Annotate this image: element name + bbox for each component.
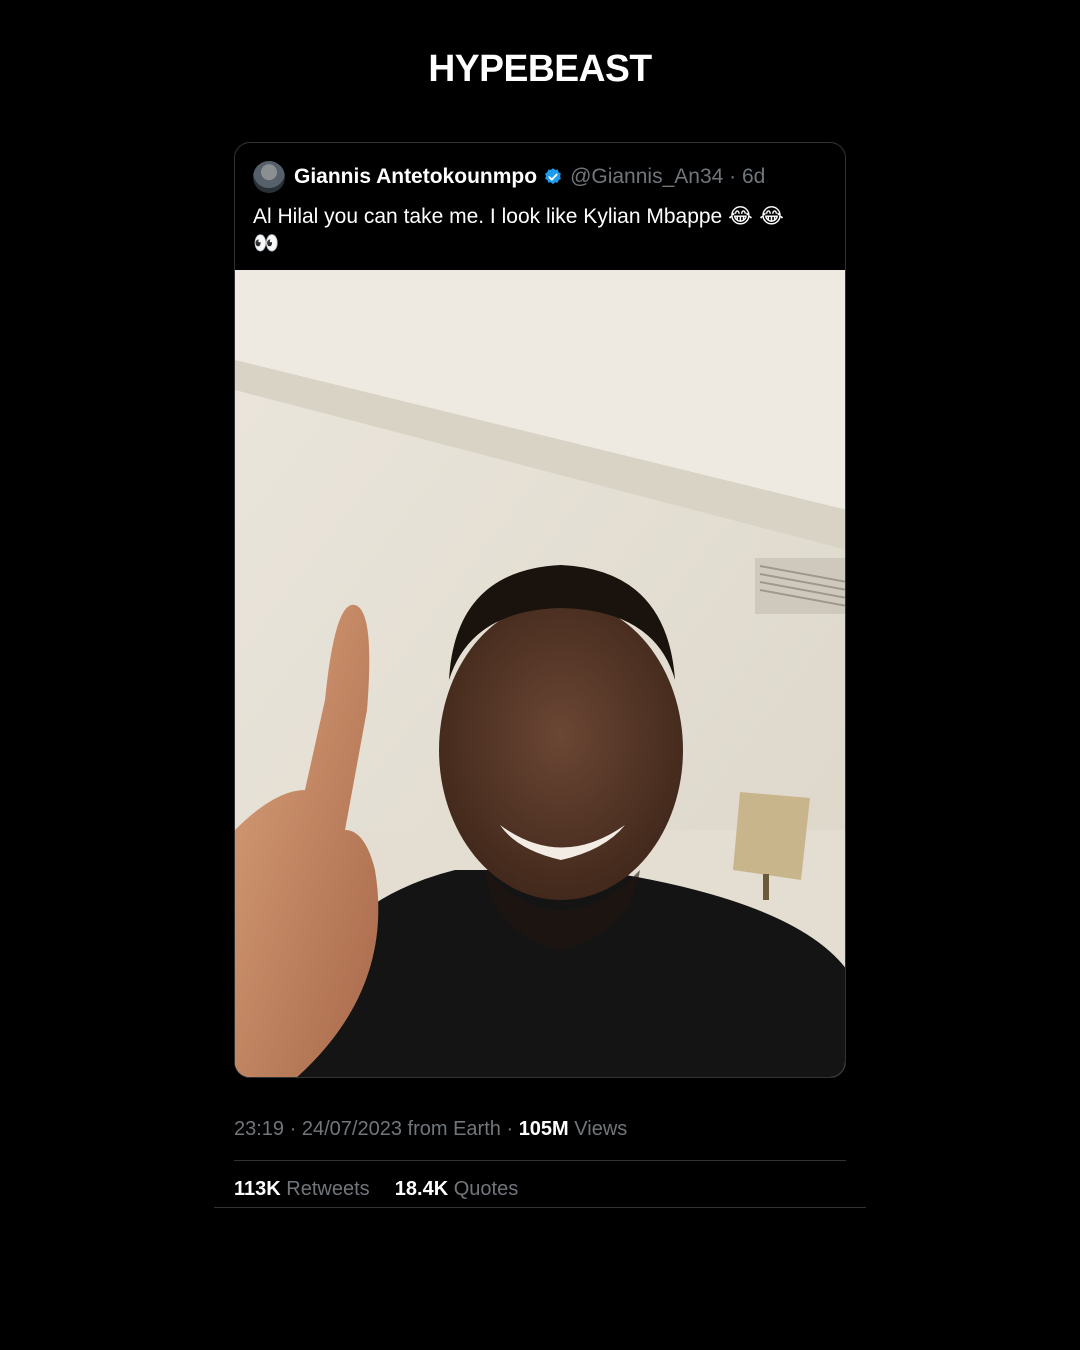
retweets-count: 113K xyxy=(234,1178,281,1200)
verified-badge-icon xyxy=(545,168,561,185)
separator: · xyxy=(506,1118,514,1140)
tweet-header: Giannis Antetokounmpo @Giannis_An34 · 6d xyxy=(253,161,827,193)
quotes-stat[interactable]: 18.4K Quotes xyxy=(395,1178,518,1200)
quotes-count: 18.4K xyxy=(394,1178,449,1200)
divider xyxy=(214,1207,866,1208)
brand-logo: HYPEBEAST xyxy=(428,48,652,90)
tweet-date[interactable]: 24/07/2023 xyxy=(302,1118,402,1140)
display-name[interactable]: Giannis Antetokounmpo xyxy=(294,165,537,189)
tweet-card[interactable]: Giannis Antetokounmpo @Giannis_An34 · 6d… xyxy=(234,142,846,1078)
tweet-handle-line[interactable]: @Giannis_An34 · 6d xyxy=(570,165,765,189)
avatar[interactable] xyxy=(253,161,285,193)
tweet-photo[interactable] xyxy=(235,270,846,1078)
separator: · xyxy=(729,165,737,188)
tweet-time[interactable]: 23:19 xyxy=(234,1118,284,1140)
views-count: 105M xyxy=(518,1118,569,1140)
quotes-label: Quotes xyxy=(453,1178,519,1200)
views-label: Views xyxy=(574,1118,628,1140)
separator: · xyxy=(289,1118,297,1140)
retweets-stat[interactable]: 113K Retweets xyxy=(234,1178,375,1200)
tweet-age: 6d xyxy=(742,165,766,188)
retweets-label: Retweets xyxy=(286,1178,370,1200)
handle: @Giannis_An34 xyxy=(570,165,724,188)
tweet-stats: 113K Retweets 18.4K Quotes xyxy=(234,1178,518,1201)
tweet-body: Al Hilal you can take me. I look like Ky… xyxy=(253,205,723,228)
divider xyxy=(234,1160,846,1161)
eyes-emoji: 👀 xyxy=(253,231,280,255)
tweet-text: Al Hilal you can take me. I look like Ky… xyxy=(253,203,821,257)
laughing-emoji: 😂 😂 xyxy=(728,204,784,228)
tweet-source: from Earth xyxy=(407,1118,501,1140)
tweet-meta: 23:19 · 24/07/2023 from Earth · 105M Vie… xyxy=(234,1118,627,1141)
